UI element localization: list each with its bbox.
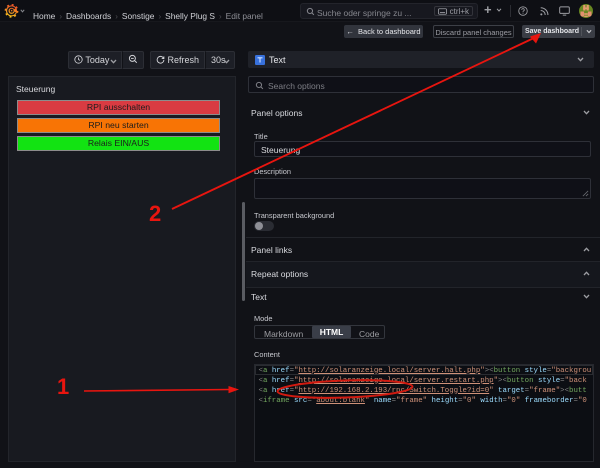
svg-text:2: 2 bbox=[149, 201, 161, 226]
svg-text:1: 1 bbox=[57, 374, 69, 399]
